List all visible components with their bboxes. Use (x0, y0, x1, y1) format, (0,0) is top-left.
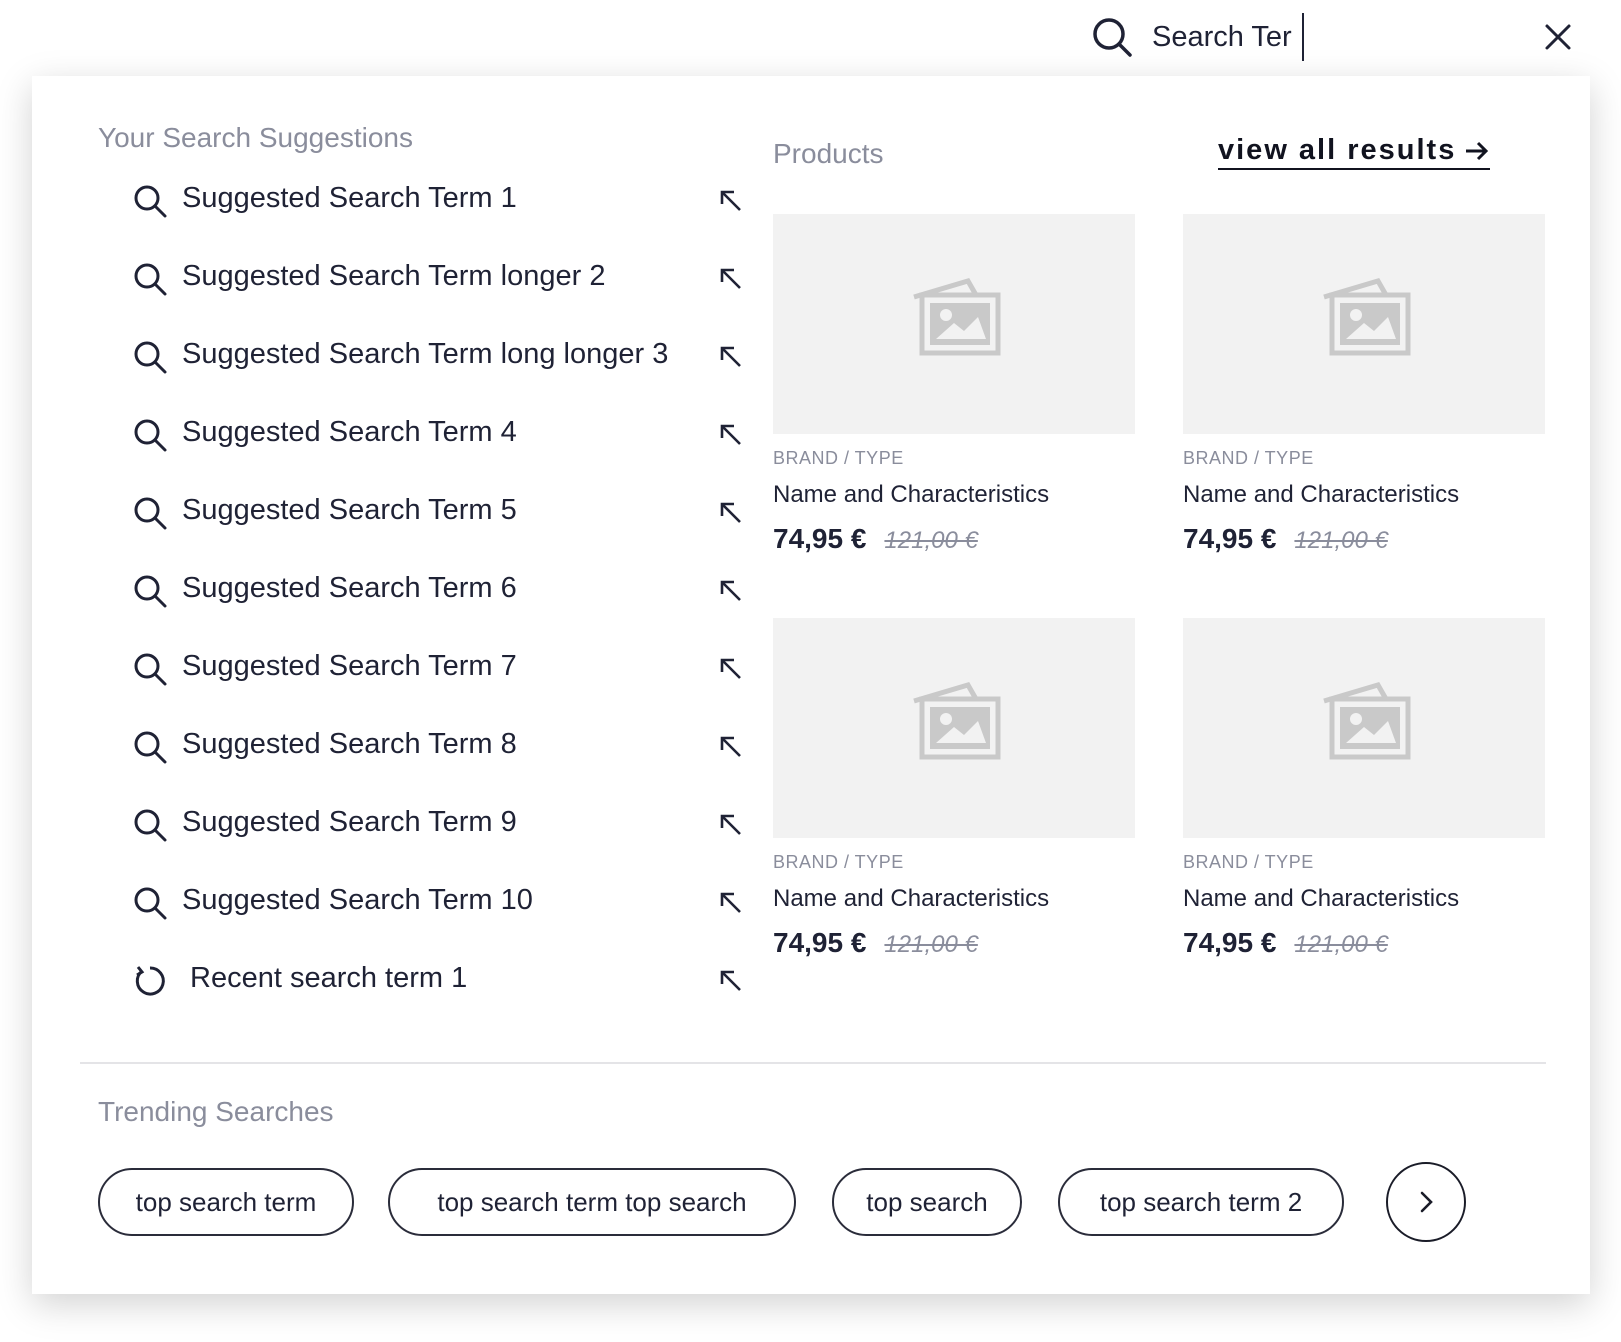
product-name: Name and Characteristics (773, 885, 1050, 912)
price-row: 74,95 € 121,00 € (773, 523, 1135, 555)
product-name: Name and Characteristics (1183, 885, 1460, 912)
suggestion-item[interactable]: Suggested Search Term 10 (98, 874, 758, 932)
arrow-up-left-icon[interactable] (718, 968, 744, 994)
close-icon[interactable] (1541, 20, 1575, 54)
search-results-panel: Your Search Suggestions Suggested Search… (32, 76, 1590, 1294)
search-icon (134, 341, 167, 374)
suggestion-label: Suggested Search Term longer 2 (182, 260, 606, 292)
product-card[interactable]: BRAND / TYPE Name and Characteristics 74… (773, 618, 1135, 959)
image-placeholder-icon (913, 278, 1001, 356)
section-divider (80, 1062, 1546, 1064)
arrow-up-left-icon[interactable] (718, 734, 744, 760)
search-icon (134, 419, 167, 452)
suggestion-item[interactable]: Suggested Search Term 9 (98, 796, 758, 854)
price-row: 74,95 € 121,00 € (773, 927, 1135, 959)
arrow-up-left-icon[interactable] (718, 344, 744, 370)
product-old-price: 121,00 € (884, 931, 978, 958)
trending-chip[interactable]: top search (832, 1168, 1022, 1236)
image-placeholder-icon (913, 682, 1001, 760)
history-icon (135, 966, 165, 996)
product-name: Name and Characteristics (1183, 481, 1460, 508)
suggestion-item[interactable]: Suggested Search Term 1 (98, 172, 758, 230)
search-input[interactable] (1152, 14, 1352, 60)
suggestion-label: Suggested Search Term 6 (182, 572, 517, 604)
product-old-price: 121,00 € (1294, 527, 1388, 554)
product-image-placeholder (773, 618, 1135, 838)
suggestion-label: Suggested Search Term 4 (182, 416, 517, 448)
search-icon (134, 185, 167, 218)
product-price: 74,95 € (773, 523, 867, 554)
trending-title: Trending Searches (98, 1096, 334, 1127)
product-brand: BRAND / TYPE (1183, 852, 1314, 872)
trending-next-button[interactable] (1386, 1162, 1466, 1242)
product-image-placeholder (773, 214, 1135, 434)
suggestion-item[interactable]: Suggested Search Term 8 (98, 718, 758, 776)
suggestion-item[interactable]: Suggested Search Term longer 2 (98, 250, 758, 308)
recent-search-label: Recent search term 1 (190, 962, 468, 994)
product-image-placeholder (1183, 618, 1545, 838)
arrow-up-left-icon[interactable] (718, 266, 744, 292)
arrow-right-icon (1466, 142, 1489, 161)
suggestion-label: Suggested Search Term 10 (182, 884, 533, 916)
suggestion-item[interactable]: Suggested Search Term 6 (98, 562, 758, 620)
arrow-up-left-icon[interactable] (718, 656, 744, 682)
suggestion-item[interactable]: Suggested Search Term 4 (98, 406, 758, 464)
price-row: 74,95 € 121,00 € (1183, 927, 1545, 959)
product-image-placeholder (1183, 214, 1545, 434)
product-name: Name and Characteristics (773, 481, 1050, 508)
products-title: Products (773, 138, 884, 169)
suggestions-title: Your Search Suggestions (98, 122, 413, 153)
search-icon (134, 497, 167, 530)
product-price: 74,95 € (773, 927, 867, 958)
product-old-price: 121,00 € (1294, 931, 1388, 958)
product-brand: BRAND / TYPE (773, 852, 904, 872)
arrow-up-left-icon[interactable] (718, 578, 744, 604)
suggestion-item[interactable]: Suggested Search Term 7 (98, 640, 758, 698)
product-brand: BRAND / TYPE (1183, 448, 1314, 468)
arrow-up-left-icon[interactable] (718, 188, 744, 214)
chevron-right-icon (1420, 1191, 1433, 1213)
trending-chip[interactable]: top search term (98, 1168, 354, 1236)
product-price: 74,95 € (1183, 927, 1277, 958)
search-icon (134, 809, 167, 842)
suggestion-item[interactable]: Suggested Search Term 5 (98, 484, 758, 542)
product-old-price: 121,00 € (884, 527, 978, 554)
suggestion-label: Suggested Search Term long longer 3 (182, 338, 669, 370)
arrow-up-left-icon[interactable] (718, 500, 744, 526)
recent-search-item[interactable]: Recent search term 1 (98, 952, 758, 1010)
search-bar (0, 0, 1621, 76)
trending-chip[interactable]: top search term top search (388, 1168, 796, 1236)
search-icon (134, 653, 167, 686)
search-icon[interactable] (1090, 15, 1134, 59)
text-caret (1302, 13, 1304, 61)
product-card[interactable]: BRAND / TYPE Name and Characteristics 74… (1183, 214, 1545, 555)
trending-chip[interactable]: top search term 2 (1058, 1168, 1344, 1236)
suggestion-label: Suggested Search Term 7 (182, 650, 517, 682)
suggestion-label: Suggested Search Term 1 (182, 182, 517, 214)
search-icon (134, 887, 167, 920)
suggestion-label: Suggested Search Term 8 (182, 728, 517, 760)
search-icon (134, 731, 167, 764)
product-card[interactable]: BRAND / TYPE Name and Characteristics 74… (1183, 618, 1545, 959)
arrow-up-left-icon[interactable] (718, 890, 744, 916)
product-card[interactable]: BRAND / TYPE Name and Characteristics 74… (773, 214, 1135, 555)
view-all-label: view all results (1218, 134, 1457, 166)
arrow-up-left-icon[interactable] (718, 422, 744, 448)
suggestion-label: Suggested Search Term 9 (182, 806, 517, 838)
image-placeholder-icon (1323, 682, 1411, 760)
search-icon (134, 575, 167, 608)
suggestion-item[interactable]: Suggested Search Term long longer 3 (98, 328, 758, 386)
product-brand: BRAND / TYPE (773, 448, 904, 468)
arrow-up-left-icon[interactable] (718, 812, 744, 838)
search-icon (134, 263, 167, 296)
product-price: 74,95 € (1183, 523, 1277, 554)
image-placeholder-icon (1323, 278, 1411, 356)
suggestion-label: Suggested Search Term 5 (182, 494, 517, 526)
view-all-results-link[interactable]: view all results (1218, 134, 1491, 170)
price-row: 74,95 € 121,00 € (1183, 523, 1545, 555)
